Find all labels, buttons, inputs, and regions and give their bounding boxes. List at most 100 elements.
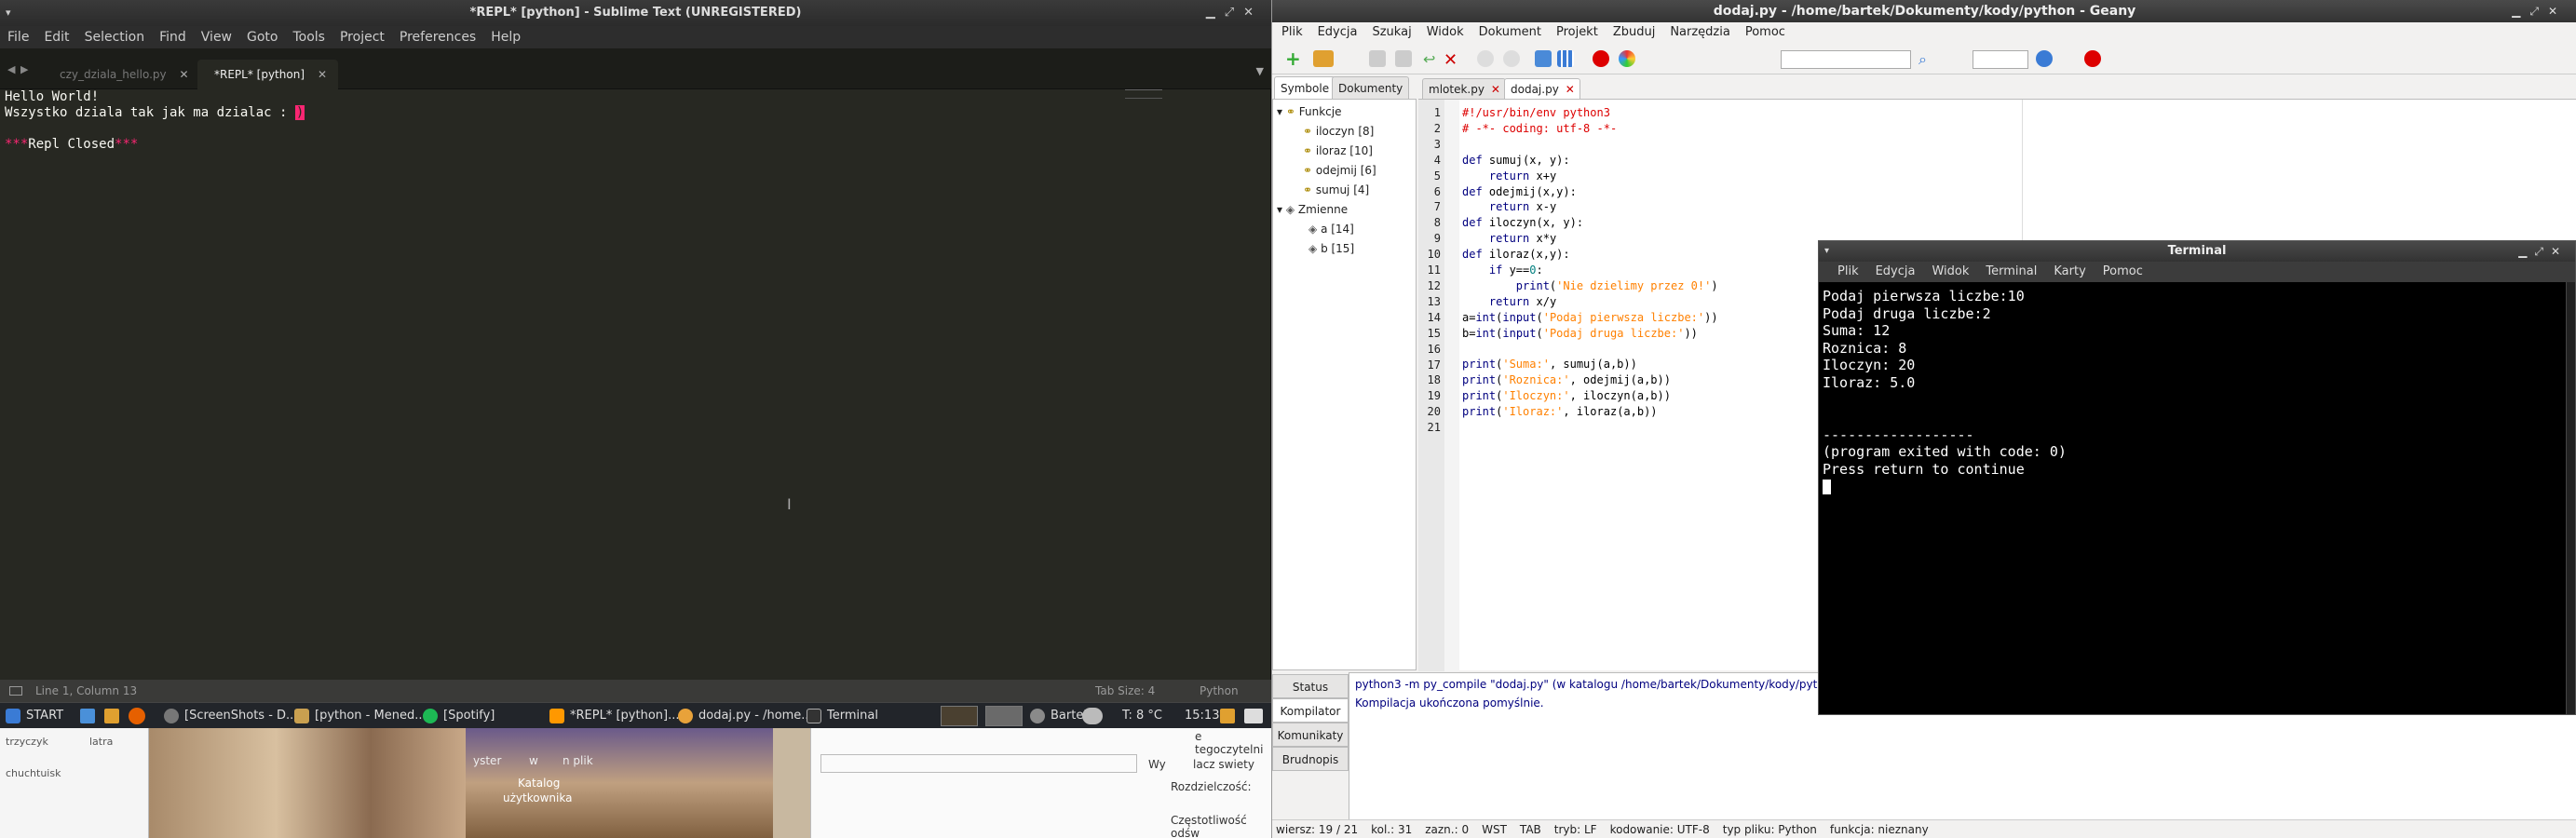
tab-dodaj[interactable]: dodaj.py ✕ — [1504, 78, 1580, 99]
task-geany[interactable]: dodaj.py - /home... — [678, 703, 813, 729]
close-icon[interactable]: ✕ — [1491, 79, 1500, 100]
tab-dokumenty[interactable]: Dokumenty — [1332, 76, 1410, 99]
menu-edycja[interactable]: Edycja — [1876, 262, 1916, 282]
menu-pomoc[interactable]: Pomoc — [1745, 22, 1785, 43]
menu-preferences[interactable]: Preferences — [400, 26, 476, 48]
menu-selection[interactable]: Selection — [85, 26, 145, 48]
new-file-icon[interactable]: + — [1285, 49, 1302, 68]
menu-help[interactable]: Help — [491, 26, 521, 48]
menu-view[interactable]: View — [201, 26, 232, 48]
menu-tools[interactable]: Tools — [292, 26, 325, 48]
symbol-a[interactable]: ◈ a [14] — [1308, 223, 1354, 236]
menu-pomoc[interactable]: Pomoc — [2103, 262, 2143, 282]
symbol-iloczyn[interactable]: ⚭ iloczyn [8] — [1303, 125, 1374, 138]
save-icon[interactable] — [1369, 50, 1386, 67]
display-icon[interactable] — [1244, 709, 1263, 723]
close-icon[interactable]: ✕ — [1566, 79, 1575, 100]
maximize-icon[interactable]: ⤢ — [2534, 245, 2551, 258]
menu-edycja[interactable]: Edycja — [1318, 22, 1358, 43]
menu-dokument[interactable]: Dokument — [1479, 22, 1541, 43]
symbol-odejmij[interactable]: ⚭ odejmij [6] — [1303, 164, 1376, 177]
minimap[interactable] — [1125, 89, 1162, 99]
close-icon[interactable]: ✕ — [318, 60, 327, 89]
menu-karty[interactable]: Karty — [2054, 262, 2085, 282]
menu-narzedzia[interactable]: Narzędzia — [1670, 22, 1730, 43]
tab-kompilator[interactable]: Kompilator — [1272, 698, 1349, 723]
tray-icon[interactable] — [1220, 709, 1235, 723]
back-icon[interactable] — [1477, 50, 1494, 67]
tab-symbole[interactable]: Symbole — [1274, 76, 1336, 99]
menu-find[interactable]: Find — [159, 26, 186, 48]
tree-variables[interactable]: ▾ ◈ Zmienne — [1277, 203, 1348, 216]
menu-plik[interactable]: Plik — [1281, 22, 1303, 43]
minimize-icon[interactable]: ▁ — [2518, 245, 2534, 258]
syntax[interactable]: Python — [1200, 680, 1239, 702]
terminal-scrollbar[interactable] — [2566, 282, 2575, 714]
tab-nav-left-icon[interactable]: ◀ — [7, 63, 15, 75]
stop-icon[interactable] — [1593, 50, 1609, 67]
clock[interactable]: 15:13 — [1185, 703, 1219, 729]
restore-icon[interactable]: ⤢ — [1225, 6, 1243, 20]
tab-status[interactable]: Status — [1272, 674, 1349, 698]
task-terminal[interactable]: Terminal — [807, 703, 878, 729]
minimize-icon[interactable]: ▁ — [1206, 6, 1225, 20]
tab-czy-dziala-hello[interactable]: czy_dziala_hello.py ✕ — [43, 60, 200, 89]
desktop-icon[interactable] — [80, 709, 95, 723]
tab-repl-python[interactable]: *REPL* [python] ✕ — [197, 60, 338, 89]
symbol-iloraz[interactable]: ⚭ iloraz [10] — [1303, 144, 1373, 157]
search-icon[interactable]: ⌕ — [1918, 50, 1935, 68]
tab-brudnopis[interactable]: Brudnopis — [1272, 747, 1349, 771]
minimize-icon[interactable]: ▁ — [2512, 5, 2529, 18]
quit-icon[interactable] — [2084, 50, 2101, 67]
menu-plik[interactable]: Plik — [1837, 262, 1859, 282]
close-icon[interactable]: ✕ — [2551, 245, 2568, 258]
search-input[interactable] — [1781, 50, 1911, 69]
menu-zbuduj[interactable]: Zbuduj — [1613, 22, 1656, 43]
workspace-1[interactable] — [941, 706, 978, 726]
symbol-sumuj[interactable]: ⚭ sumuj [4] — [1303, 183, 1369, 196]
compile-icon[interactable] — [1535, 50, 1552, 67]
files-icon[interactable] — [104, 709, 119, 723]
repl-output[interactable]: Hello World! Wszystko dziala tak jak ma … — [0, 89, 1271, 676]
firefox-icon[interactable] — [129, 708, 145, 724]
symbol-b[interactable]: ◈ b [15] — [1308, 242, 1354, 255]
forward-icon[interactable] — [1503, 50, 1520, 67]
start-button[interactable]: START — [6, 703, 63, 729]
workspace-2[interactable] — [985, 706, 1023, 726]
task-python-manager[interactable]: [python - Mened... — [294, 703, 427, 729]
save-all-icon[interactable] — [1395, 50, 1412, 67]
close-file-icon[interactable]: ✕ — [1444, 50, 1460, 70]
window-menu-icon[interactable]: ▾ — [1824, 241, 1829, 262]
build-icon[interactable] — [1557, 50, 1574, 67]
task-spotify[interactable]: [Spotify] — [423, 703, 495, 729]
window-menu-icon[interactable]: ▾ — [6, 0, 11, 26]
menu-widok[interactable]: Widok — [1427, 22, 1464, 43]
panel-toggle-icon[interactable] — [9, 686, 22, 696]
revert-icon[interactable]: ↩ — [1423, 50, 1440, 68]
maximize-icon[interactable]: ⤢ — [2529, 5, 2548, 18]
menu-terminal[interactable]: Terminal — [1986, 262, 2037, 282]
tree-functions[interactable]: ▾ ⚭ Funkcje — [1277, 105, 1341, 118]
tab-komunikaty[interactable]: Komunikaty — [1272, 723, 1349, 747]
menu-widok[interactable]: Widok — [1932, 262, 1969, 282]
tab-size[interactable]: Tab Size: 4 — [1095, 680, 1155, 702]
menu-projekt[interactable]: Projekt — [1556, 22, 1598, 43]
goto-line-input[interactable] — [1973, 50, 2028, 69]
menu-project[interactable]: Project — [340, 26, 385, 48]
task-screenshots[interactable]: [ScreenShots - D... — [164, 703, 297, 729]
close-icon[interactable]: ✕ — [1243, 6, 1263, 20]
goto-line-icon[interactable] — [2036, 50, 2053, 67]
close-icon[interactable]: ✕ — [180, 60, 189, 89]
tab-nav-right-icon[interactable]: ▶ — [20, 63, 28, 75]
menu-goto[interactable]: Goto — [247, 26, 278, 48]
menu-szukaj[interactable]: Szukaj — [1372, 22, 1411, 43]
terminal-screen[interactable]: Podaj pierwsza liczbe:10 Podaj druga licz… — [1819, 282, 2564, 714]
menu-file[interactable]: File — [7, 26, 29, 48]
color-chooser-icon[interactable] — [1619, 50, 1635, 67]
menu-edit[interactable]: Edit — [44, 26, 69, 48]
tab-overflow-icon[interactable]: ▼ — [1256, 65, 1264, 77]
tab-mlotek[interactable]: mlotek.py ✕ — [1422, 78, 1506, 99]
task-sublime[interactable]: *REPL* [python]... — [549, 703, 679, 729]
close-icon[interactable]: ✕ — [2548, 5, 2567, 18]
open-file-icon[interactable] — [1313, 50, 1334, 67]
